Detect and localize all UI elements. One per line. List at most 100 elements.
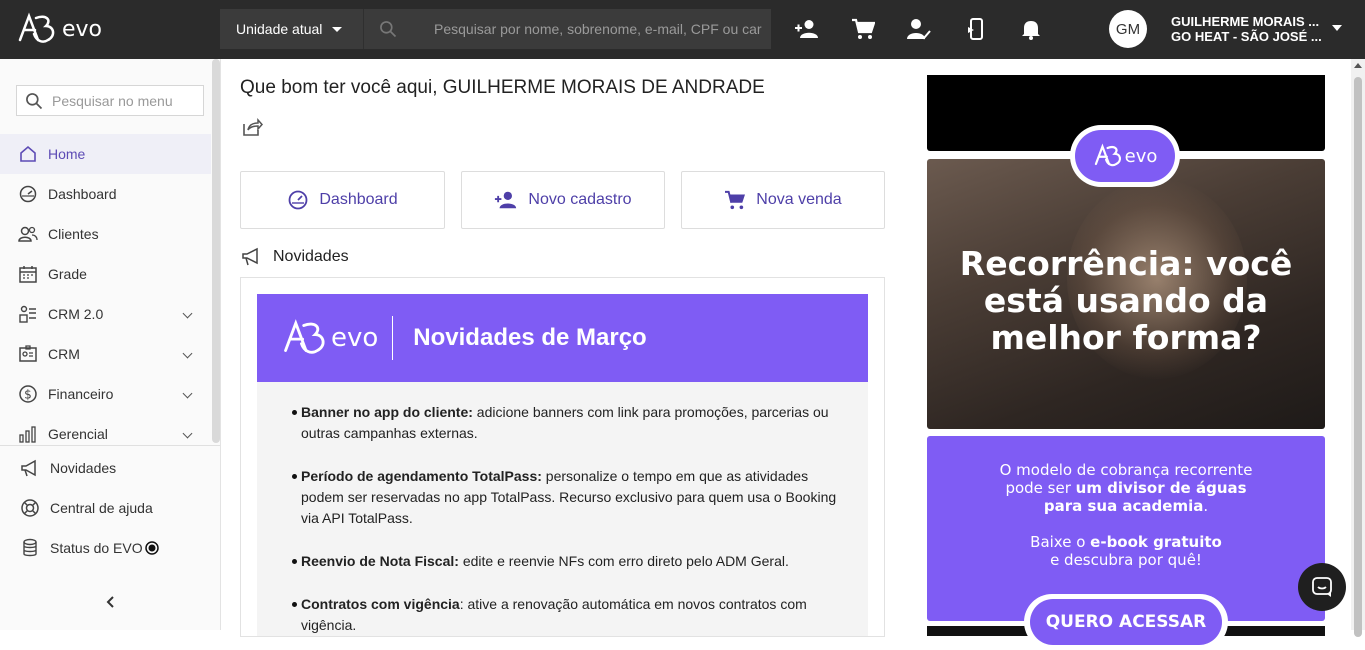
sidebar-item-central-de-ajuda[interactable]: Central de ajuda (0, 488, 220, 528)
sidebar-item-crm[interactable]: CRM (0, 334, 211, 374)
sidebar-scrollbar[interactable] (212, 59, 220, 443)
sidebar-item-label: Status do EVO (50, 540, 143, 556)
news-banner: evo Novidades de Março (257, 294, 868, 382)
avatar[interactable]: GM (1109, 10, 1147, 48)
sidebar-item-label: Novidades (50, 460, 117, 476)
unit-select-label: Unidade atual (236, 21, 323, 37)
sidebar-item-label: CRM (48, 346, 80, 362)
quick-action-dashboard[interactable]: Dashboard (240, 171, 445, 229)
quero-acessar-button[interactable]: QUERO ACESSAR (1024, 594, 1228, 650)
sidebar-item-label: Home (48, 146, 86, 162)
calendar-icon (18, 264, 38, 284)
news-item-text: edite e reenvie NFs com erro direto pelo… (458, 553, 789, 569)
home-icon (18, 144, 38, 164)
search-icon (26, 92, 43, 109)
chevron-down-icon (182, 348, 193, 359)
cart-icon (725, 190, 746, 210)
top-bar: evo Unidade atual GM GUILHERME MORAIS ..… (0, 0, 1365, 59)
sidebar-item-novidades[interactable]: Novidades (0, 448, 220, 488)
evo-logo: evo (1075, 130, 1175, 182)
news-item-title: Contratos com vigência (301, 596, 460, 612)
evo-logo[interactable]: evo (16, 10, 102, 48)
svg-text:$: $ (24, 388, 32, 402)
sidebar-item-crm-2[interactable]: CRM 2.0 (0, 294, 211, 334)
dollar-icon: $ (18, 384, 38, 404)
menu-search-input[interactable] (52, 92, 202, 109)
unit-select[interactable]: Unidade atual (220, 9, 363, 49)
scrollbar-thumb[interactable] (1354, 77, 1362, 637)
chevron-down-icon (182, 388, 193, 399)
evo-logo: evo (281, 316, 378, 360)
sidebar-item-dashboard[interactable]: Dashboard (0, 174, 211, 214)
search-icon (380, 21, 397, 38)
ad-promo-text-1: O modelo de cobrança recorrente pode ser… (927, 461, 1325, 515)
mobile-sync-icon[interactable] (963, 17, 989, 41)
ad-headline: Recorrência: você está usando da melhor … (959, 244, 1293, 357)
sidebar-item-status-do-evo[interactable]: Status do EVO (0, 528, 220, 568)
sidebar-item-grade[interactable]: Grade (0, 254, 211, 294)
status-indicator-icon (144, 541, 159, 555)
chat-icon (1312, 577, 1332, 597)
bar-chart-icon (18, 424, 38, 444)
crm-icon (18, 304, 38, 324)
ad-photo-banner[interactable]: Recorrência: você está usando da melhor … (927, 159, 1325, 429)
news-item-title: Banner no app do cliente: (301, 404, 473, 420)
sidebar-item-label: CRM 2.0 (48, 306, 104, 322)
sidebar-item-label: Grade (48, 266, 87, 282)
sidebar-item-clientes[interactable]: Clientes (0, 214, 211, 254)
user-name: GUILHERME MORAIS ... (1171, 14, 1320, 29)
page-title: Que bom ter você aqui, GUILHERME MORAIS … (240, 77, 765, 98)
global-search[interactable] (363, 9, 771, 49)
sidebar-item-label: Central de ajuda (50, 500, 153, 516)
user-info[interactable]: GUILHERME MORAIS ... GO HEAT - SÃO JOSÉ … (1171, 14, 1322, 44)
bell-icon[interactable] (1018, 17, 1044, 41)
news-item-title: Período de agendamento TotalPass: (301, 468, 542, 484)
quick-action-label: Dashboard (319, 191, 398, 208)
sidebar-menu: Home Dashboard Clientes Grade CRM 2.0 CR… (0, 134, 211, 454)
collapse-sidebar-icon[interactable] (104, 595, 118, 609)
menu-search[interactable] (16, 85, 204, 116)
ad-promo-text: Baixe o (1030, 533, 1091, 551)
news-item-title: Reenvio de Nota Fiscal: (301, 553, 459, 569)
ad-promo-text-2: Baixe o e-book gratuito e descubra por q… (927, 533, 1325, 569)
list-item: Período de agendamento TotalPass: person… (292, 466, 838, 529)
speedometer-icon (18, 184, 38, 204)
news-heading: Novidades (241, 247, 349, 267)
speedometer-icon (288, 190, 308, 210)
sidebar-item-home[interactable]: Home (0, 134, 211, 174)
badge-logo-text: evo (1124, 145, 1158, 167)
ad-promo-text: . (1203, 497, 1209, 515)
ad-evo-badge: evo (1070, 125, 1180, 187)
help-ring-icon (20, 498, 40, 518)
add-person-icon[interactable] (794, 17, 820, 41)
user-unit: GO HEAT - SÃO JOSÉ ... (1171, 29, 1322, 44)
cta-label: QUERO ACESSAR (1030, 599, 1222, 645)
database-icon (20, 538, 40, 558)
sidebar-item-label: Clientes (48, 226, 99, 242)
sidebar-item-label: Dashboard (48, 186, 117, 202)
quick-action-novo-cadastro[interactable]: Novo cadastro (461, 171, 665, 229)
contact-card-icon (18, 344, 38, 364)
megaphone-icon (242, 247, 258, 266)
news-list: Banner no app do cliente: adicione banne… (257, 382, 868, 636)
person-check-icon[interactable] (906, 17, 932, 41)
ad-promo-highlight: e-book gratuito (1090, 533, 1222, 551)
megaphone-icon (20, 458, 40, 478)
scroll-up-arrow-icon[interactable] (1354, 63, 1362, 68)
quick-action-label: Novo cadastro (528, 191, 632, 208)
page-scrollbar[interactable] (1351, 59, 1365, 637)
share-icon[interactable] (241, 116, 264, 138)
quick-action-nova-venda[interactable]: Nova venda (681, 171, 885, 229)
list-item: Banner no app do cliente: adicione banne… (292, 402, 838, 444)
chat-button[interactable] (1298, 563, 1346, 611)
add-person-icon (495, 191, 517, 209)
ad-promo-text: e descubra por quê! (1050, 551, 1202, 569)
news-banner-title: Novidades de Março (413, 324, 647, 351)
user-menu-caret-icon[interactable] (1332, 25, 1342, 31)
sidebar-item-label: Gerencial (48, 426, 108, 442)
global-search-input[interactable] (434, 21, 764, 37)
news-body: Banner no app do cliente: adicione banne… (257, 382, 868, 636)
sidebar-item-financeiro[interactable]: $ Financeiro (0, 374, 211, 414)
news-card: evo Novidades de Março Banner no app do … (240, 277, 885, 637)
cart-icon[interactable] (850, 17, 876, 41)
